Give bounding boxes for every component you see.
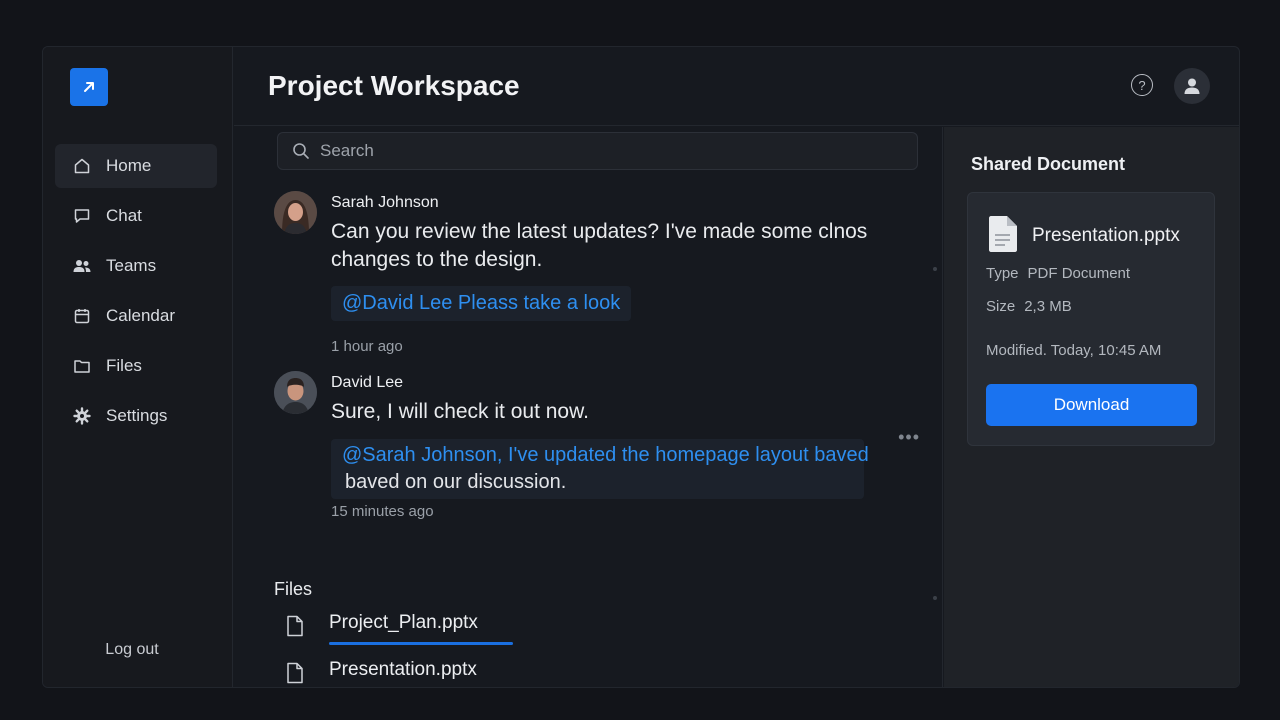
meta-value: 2,3 MB xyxy=(1024,298,1072,315)
message-more-button[interactable]: ••• xyxy=(898,427,920,448)
sidebar-item-label: Settings xyxy=(106,406,168,425)
sidebar-item-label: Chat xyxy=(106,206,142,225)
message-text: Can you review the latest updates? I've … xyxy=(331,220,868,271)
logout-link[interactable]: Log out xyxy=(43,641,221,659)
file-name: Presentation.pptx xyxy=(329,659,477,680)
sidebar-item-label: Home xyxy=(106,156,152,175)
sidebar: Home Chat Teams Calendar Files Settings … xyxy=(43,47,233,687)
file-underline xyxy=(329,642,513,645)
sidebar-item-calendar[interactable]: Calendar xyxy=(55,294,217,338)
file-name: Project_Plan.pptx xyxy=(329,612,478,633)
mention-text: @David Lee Pleass take a look xyxy=(342,292,621,314)
document-type: Type PDF Document xyxy=(986,265,1130,282)
download-button[interactable]: Download xyxy=(986,384,1197,426)
app-logo[interactable] xyxy=(70,68,108,106)
file-icon xyxy=(287,615,303,637)
message-author: David Lee xyxy=(331,374,404,391)
message-text-continued: baved on our discussion. xyxy=(345,471,567,493)
shared-document-panel: Shared Document Presentation.pptx Type PD… xyxy=(944,127,1239,687)
message-timestamp: 1 hour ago xyxy=(331,338,403,355)
calendar-icon xyxy=(72,306,92,326)
meta-label: Size xyxy=(986,298,1016,315)
files-heading: Files xyxy=(274,579,313,599)
meta-label: Type xyxy=(986,265,1019,282)
meta-value: PDF Document xyxy=(1027,265,1131,282)
sidebar-item-label: Files xyxy=(106,356,142,375)
sidebar-item-teams[interactable]: Teams xyxy=(55,244,217,288)
file-item[interactable]: Project_Plan.pptx xyxy=(286,609,526,645)
help-button[interactable]: ? xyxy=(1131,74,1153,96)
document-size: Size 2,3 MB xyxy=(986,298,1072,315)
panel-title: Shared Document xyxy=(971,154,1126,174)
help-icon: ? xyxy=(1138,77,1146,93)
header: Project Workspace ? xyxy=(234,47,1239,126)
folder-icon xyxy=(72,356,92,376)
gear-icon xyxy=(72,406,92,426)
document-name: Presentation.pptx xyxy=(1032,225,1180,246)
avatar xyxy=(274,371,317,414)
chat-icon xyxy=(72,206,92,226)
app-window: Home Chat Teams Calendar Files Settings … xyxy=(42,46,1240,688)
message-item: David Lee Sure, I will check it out now.… xyxy=(274,371,914,571)
separator-dot xyxy=(933,267,937,271)
document-card: Presentation.pptx Type PDF Document Size 2… xyxy=(967,192,1215,446)
search-input[interactable] xyxy=(320,141,880,161)
file-icon xyxy=(287,662,303,684)
mention-text: @Sarah Johnson, I've updated the homepag… xyxy=(342,444,869,466)
sidebar-item-files[interactable]: Files xyxy=(55,344,217,388)
chat-panel: Sarah Johnson Can you review the latest … xyxy=(234,127,943,687)
message-author: Sarah Johnson xyxy=(331,194,439,211)
message-item: Sarah Johnson Can you review the latest … xyxy=(274,191,914,361)
avatar xyxy=(274,191,317,234)
sidebar-item-chat[interactable]: Chat xyxy=(55,194,217,238)
home-icon xyxy=(72,156,92,176)
document-modified: Modified. Today, 10:45 AM xyxy=(986,342,1162,359)
user-avatar-button[interactable] xyxy=(1174,68,1210,104)
arrow-up-right-icon xyxy=(84,82,94,92)
search-bar[interactable] xyxy=(277,132,918,170)
mention-block[interactable]: @David Lee Pleass take a look xyxy=(331,286,632,321)
user-icon xyxy=(1184,78,1200,94)
mention-block[interactable]: @Sarah Johnson, I've updated the homepag… xyxy=(331,439,869,499)
sidebar-item-label: Calendar xyxy=(106,306,175,325)
document-icon xyxy=(989,216,1017,252)
sidebar-nav: Home Chat Teams Calendar Files Settings xyxy=(55,144,217,444)
teams-icon xyxy=(72,256,92,276)
sidebar-item-settings[interactable]: Settings xyxy=(55,394,217,438)
file-item[interactable]: Presentation.pptx xyxy=(286,656,526,687)
search-icon xyxy=(293,143,309,159)
sidebar-item-home[interactable]: Home xyxy=(55,144,217,188)
message-text: Sure, I will check it out now. xyxy=(331,400,589,423)
separator-dot xyxy=(933,596,937,600)
message-timestamp: 15 minutes ago xyxy=(331,503,434,520)
page-title: Project Workspace xyxy=(268,70,520,101)
sidebar-item-label: Teams xyxy=(106,256,157,275)
